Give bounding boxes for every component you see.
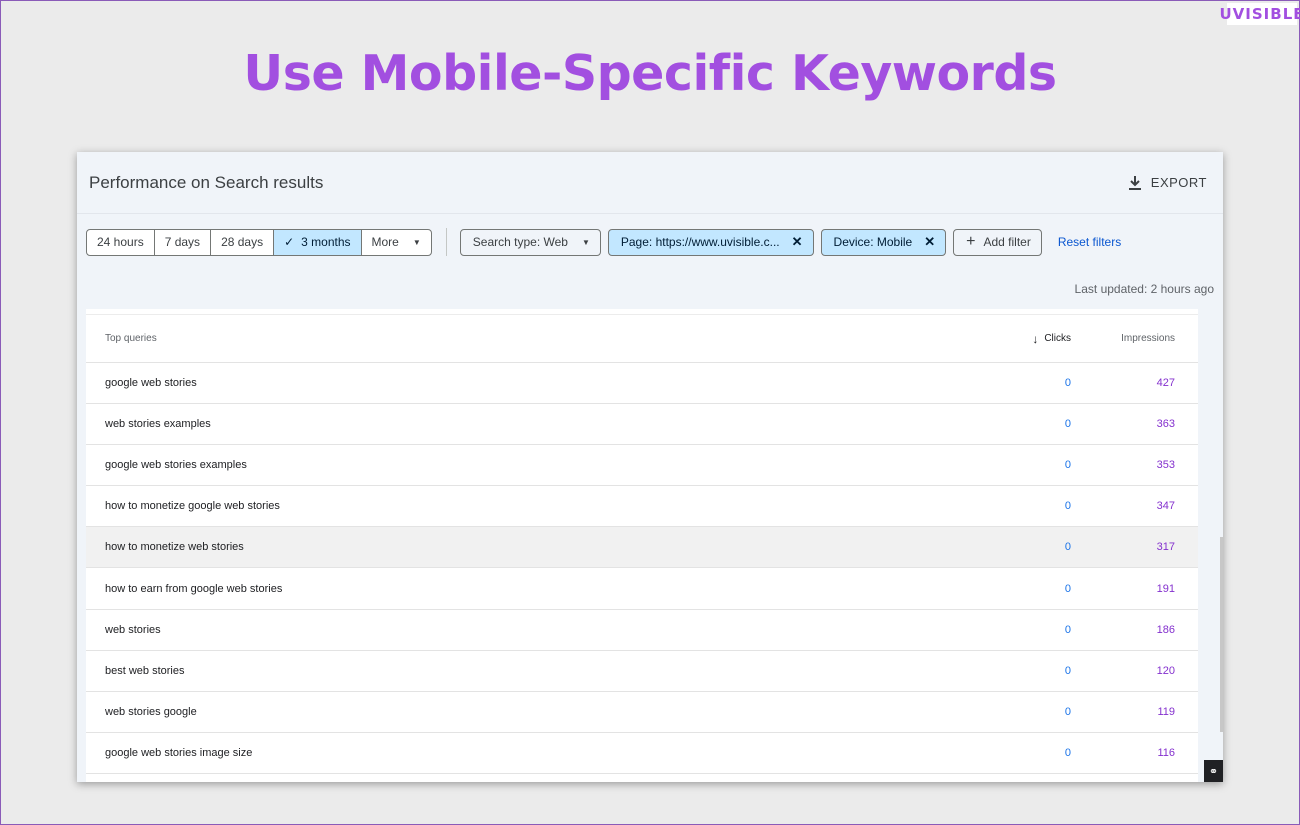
impressions-cell: 363	[1156, 418, 1175, 431]
reset-filters-link[interactable]: Reset filters	[1058, 235, 1121, 249]
table-row[interactable]: how to monetize web stories 0 317	[86, 527, 1198, 569]
query-cell: google web stories examples	[105, 459, 247, 472]
check-icon: ✓	[284, 235, 295, 249]
clicks-cell: 0	[1064, 500, 1071, 513]
query-cell: google web stories image size	[105, 746, 253, 759]
caret-down-icon: ▼	[412, 237, 421, 247]
table-row[interactable]: how to monetize google web stories 0 347	[86, 486, 1198, 528]
header-impressions[interactable]: Impressions	[1071, 333, 1198, 344]
date-option-7-days[interactable]: 7 days	[155, 229, 212, 255]
performance-panel: Performance on Search results EXPORT 24 …	[77, 152, 1223, 782]
table-row[interactable]: google web stories examples 0 353	[86, 445, 1198, 487]
clicks-cell: 0	[1064, 746, 1071, 759]
date-option-more[interactable]: More ▼	[362, 230, 431, 255]
header-top-queries[interactable]: Top queries	[86, 333, 961, 344]
table-header: Top queries ↓ Clicks Impressions	[86, 315, 1198, 363]
table-row[interactable]: web stories google 0 119	[86, 692, 1198, 733]
device-filter-chip[interactable]: Device: Mobile ✕	[820, 228, 947, 256]
clicks-cell: 0	[1064, 664, 1071, 677]
clicks-cell: 0	[1064, 418, 1071, 431]
caret-down-icon: ▼	[581, 237, 590, 247]
impressions-cell: 317	[1156, 541, 1175, 554]
plus-icon: +	[966, 233, 976, 250]
table-row[interactable]: web stories examples 0 363	[86, 404, 1198, 446]
chip-label: Device: Mobile	[833, 235, 913, 249]
clicks-cell: 0	[1064, 623, 1071, 636]
impressions-cell: 116	[1157, 746, 1175, 759]
add-filter-button[interactable]: + Add filter	[953, 228, 1042, 256]
chip-label: Page: https://www.uvisible.c...	[620, 235, 780, 249]
query-cell: how to monetize web stories	[105, 541, 244, 554]
search-type-filter[interactable]: Search type: Web ▼	[459, 228, 601, 256]
query-cell: best web stories	[105, 664, 185, 677]
close-icon[interactable]: ✕	[924, 234, 935, 250]
download-icon	[1128, 175, 1141, 190]
impressions-cell: 347	[1156, 500, 1175, 513]
date-option-label: 3 months	[301, 235, 351, 249]
impressions-cell: 427	[1156, 377, 1175, 390]
scrollbar-thumb[interactable]	[1220, 537, 1223, 732]
close-icon[interactable]: ✕	[792, 234, 803, 250]
date-option-28-days[interactable]: 28 days	[211, 229, 275, 255]
link-icon[interactable]: ⚭	[1204, 760, 1223, 782]
header-clicks[interactable]: ↓ Clicks	[961, 332, 1071, 346]
clicks-cell: 0	[1064, 377, 1071, 390]
filter-row: 24 hours 7 days 28 days ✓ 3 months More …	[86, 228, 1223, 256]
clicks-cell: 0	[1064, 582, 1071, 595]
arrow-down-icon: ↓	[1032, 331, 1039, 346]
brand-logo: UVISIBLE	[1219, 3, 1300, 25]
date-range-selector: 24 hours 7 days 28 days ✓ 3 months More …	[86, 228, 432, 256]
impressions-cell: 191	[1156, 582, 1175, 595]
panel-title: Performance on Search results	[89, 172, 324, 192]
date-option-label: 24 hours	[97, 235, 144, 249]
table-row[interactable]: how to earn from google web stories 0 19…	[86, 568, 1198, 610]
chip-label: Search type: Web	[472, 235, 568, 249]
date-option-3-months[interactable]: ✓ 3 months	[274, 229, 362, 255]
query-cell: web stories examples	[105, 418, 211, 431]
clicks-cell: 0	[1064, 705, 1071, 718]
query-cell: web stories google	[105, 705, 197, 718]
header-clicks-label: Clicks	[1044, 333, 1071, 344]
table-row[interactable]: best web stories 0 120	[86, 651, 1198, 692]
divider	[445, 228, 447, 256]
table-row[interactable]: google web stories 0 427	[86, 363, 1198, 405]
impressions-cell: 186	[1156, 623, 1175, 636]
date-option-label: 28 days	[221, 235, 264, 249]
queries-table: Top queries ↓ Clicks Impressions google …	[86, 309, 1198, 782]
export-button[interactable]: EXPORT	[1127, 175, 1207, 191]
query-cell: how to monetize google web stories	[105, 500, 280, 513]
panel-header: Performance on Search results EXPORT	[77, 152, 1223, 214]
last-updated: Last updated: 2 hours ago	[1074, 282, 1214, 296]
chip-label: Add filter	[983, 235, 1031, 249]
table-row[interactable]: google web stories image size 0 116	[86, 733, 1198, 774]
export-label: EXPORT	[1150, 175, 1207, 190]
clicks-cell: 0	[1064, 541, 1071, 554]
impressions-cell: 120	[1156, 664, 1175, 677]
date-option-24-hours[interactable]: 24 hours	[87, 229, 155, 255]
headline: Use Mobile-Specific Keywords	[243, 45, 1057, 102]
query-cell: web stories	[105, 623, 161, 636]
page-filter-chip[interactable]: Page: https://www.uvisible.c... ✕	[607, 228, 814, 256]
table-row[interactable]: web stories 0 186	[86, 610, 1198, 651]
impressions-cell: 119	[1157, 705, 1175, 718]
impressions-cell: 353	[1156, 459, 1175, 472]
date-option-label: More	[371, 235, 399, 249]
clicks-cell: 0	[1064, 459, 1071, 472]
query-cell: how to earn from google web stories	[105, 582, 283, 595]
query-cell: google web stories	[105, 377, 197, 390]
date-option-label: 7 days	[164, 235, 201, 249]
